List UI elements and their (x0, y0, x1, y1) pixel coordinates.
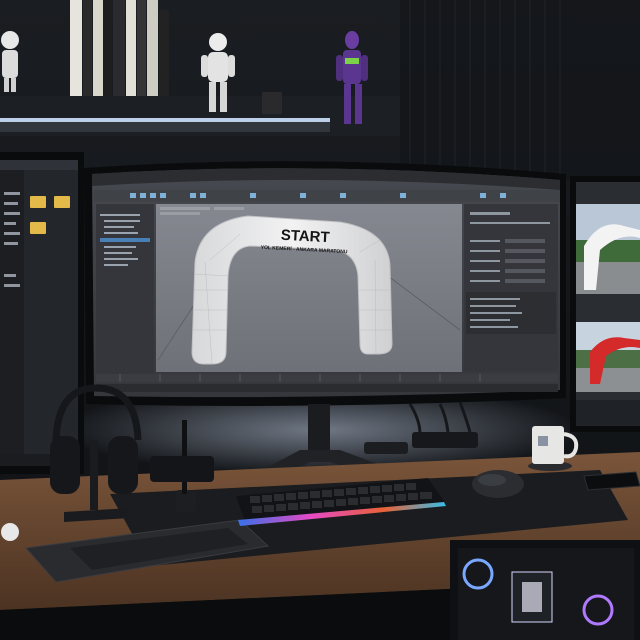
arch-title: START (280, 227, 330, 247)
right-monitor (570, 176, 640, 432)
shelf (0, 96, 400, 136)
acoustic-panels (400, 0, 640, 180)
maya-outliner-panel (96, 204, 154, 376)
books (70, 0, 169, 96)
mouse-icon (472, 470, 524, 498)
maya-timeline (96, 374, 558, 382)
pc-case (450, 540, 640, 640)
left-monitor (0, 152, 84, 474)
charger-pad (364, 442, 408, 454)
main-monitor: START YOL KEMERİ - ANKARA MARATONU (84, 161, 566, 406)
shelf-led-strip (0, 118, 330, 122)
maya-attribute-editor (464, 204, 558, 372)
media-box (150, 456, 214, 482)
small-robot-figure (262, 92, 282, 114)
desk-setup-photo: START YOL KEMERİ - ANKARA MARATONU (0, 0, 640, 640)
